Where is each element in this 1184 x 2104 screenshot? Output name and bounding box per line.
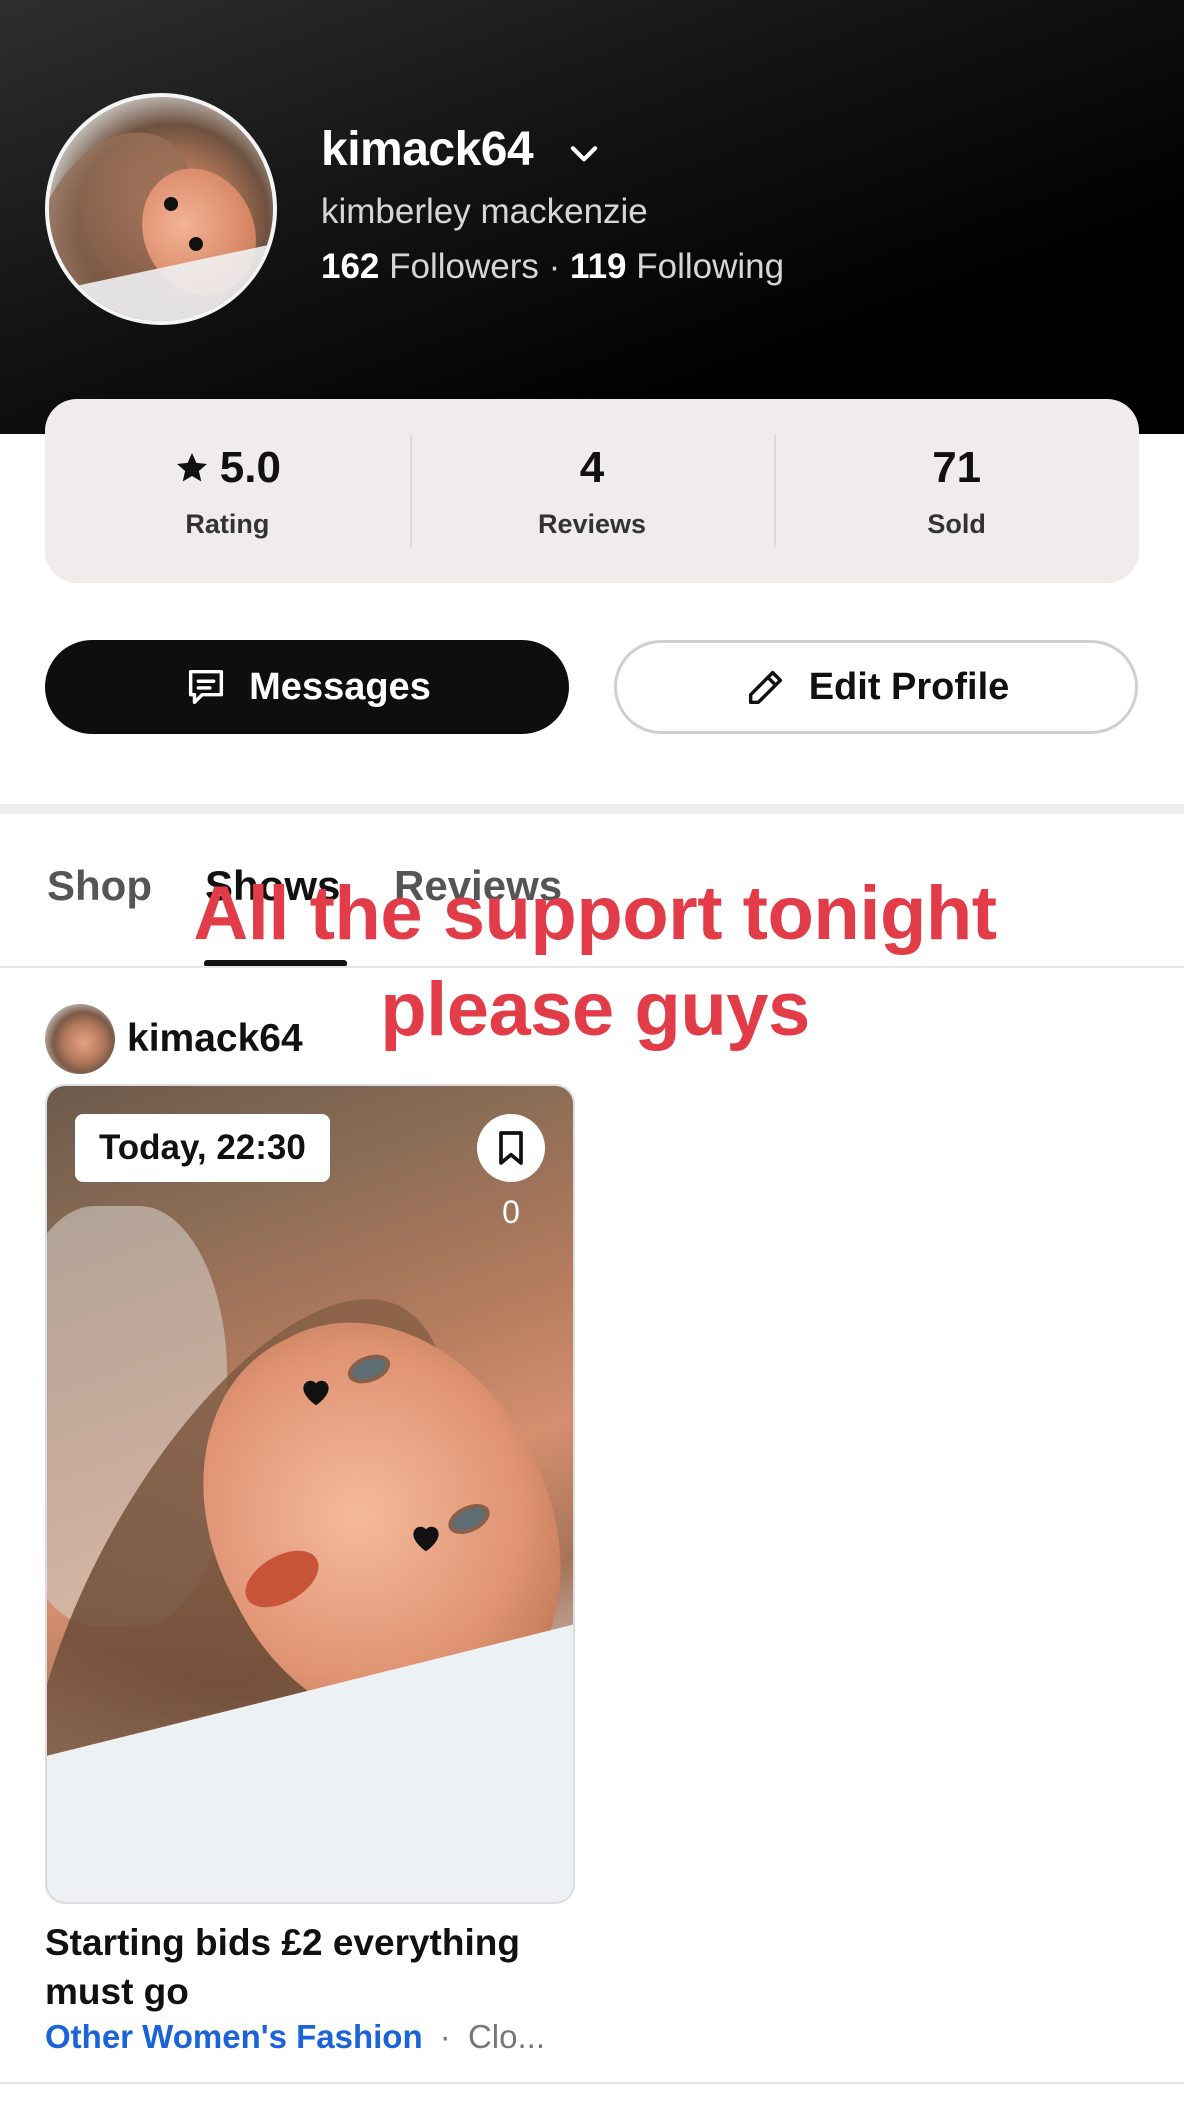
show-meta: Other Women's Fashion · Clo... — [45, 2018, 545, 2056]
following-label: Following — [636, 247, 785, 286]
show-thumbnail[interactable]: Today, 22:30 0 — [45, 1084, 575, 1904]
username: kimack64 — [321, 123, 534, 176]
seller-avatar — [45, 1004, 115, 1074]
show-time-badge: Today, 22:30 — [75, 1114, 330, 1182]
bottom-divider — [0, 2082, 1184, 2084]
full-name: kimberley mackenzie — [321, 192, 648, 231]
sold-value: 71 — [932, 442, 982, 492]
heart-icon — [413, 1526, 439, 1552]
bookmark-button[interactable] — [477, 1114, 545, 1182]
reviews-label: Reviews — [537, 508, 647, 539]
reviews-value: 4 — [579, 442, 605, 492]
followers-link[interactable]: 162 Followers — [321, 247, 549, 286]
meta-separator: · — [439, 2018, 451, 2055]
message-icon — [189, 669, 224, 705]
account-switcher[interactable]: kimack64 — [321, 122, 603, 177]
stat-rating[interactable]: 5.0 Rating — [45, 399, 410, 583]
show-seller[interactable]: kimack64 — [45, 1004, 303, 1074]
bookmark-count: 0 — [502, 1194, 520, 1230]
heart-icon — [303, 1380, 329, 1406]
profile-avatar[interactable] — [45, 93, 277, 325]
star-icon — [176, 452, 207, 481]
show-title[interactable]: Starting bids £2 everything must go — [45, 1918, 605, 2016]
messages-label: Messages — [249, 665, 431, 708]
followers-label: Followers — [389, 247, 539, 286]
stat-reviews[interactable]: 4 Reviews — [409, 399, 775, 583]
followers-count: 162 — [321, 247, 380, 286]
section-divider — [0, 804, 1184, 814]
bookmark-icon — [499, 1131, 523, 1165]
edit-profile-button[interactable]: Edit Profile — [614, 640, 1138, 734]
show-category[interactable]: Other Women's Fashion — [45, 2018, 423, 2055]
chevron-down-icon — [571, 145, 598, 161]
sold-label: Sold — [927, 508, 986, 539]
following-link[interactable]: 119 Following — [570, 247, 784, 286]
follow-separator: · — [548, 247, 561, 286]
profile-header: kimack64 kimberley mackenzie 162 Followe… — [0, 0, 1184, 434]
stats-card: 5.0 Rating 4 Reviews 71 Sold — [45, 399, 1139, 583]
messages-button[interactable]: Messages — [45, 640, 569, 734]
tab-shop[interactable]: Shop — [47, 862, 152, 910]
follow-stats: 162 Followers · 119 Following — [321, 247, 784, 287]
rating-value: 5.0 — [219, 442, 281, 492]
rating-label: Rating — [185, 508, 270, 539]
stat-sold[interactable]: 71 Sold — [774, 399, 1139, 583]
show-subcategory: Clo... — [467, 2018, 545, 2055]
pencil-icon — [748, 670, 782, 705]
seller-name: kimack64 — [127, 1017, 303, 1060]
following-count: 119 — [570, 247, 627, 286]
edit-profile-label: Edit Profile — [808, 665, 1010, 708]
